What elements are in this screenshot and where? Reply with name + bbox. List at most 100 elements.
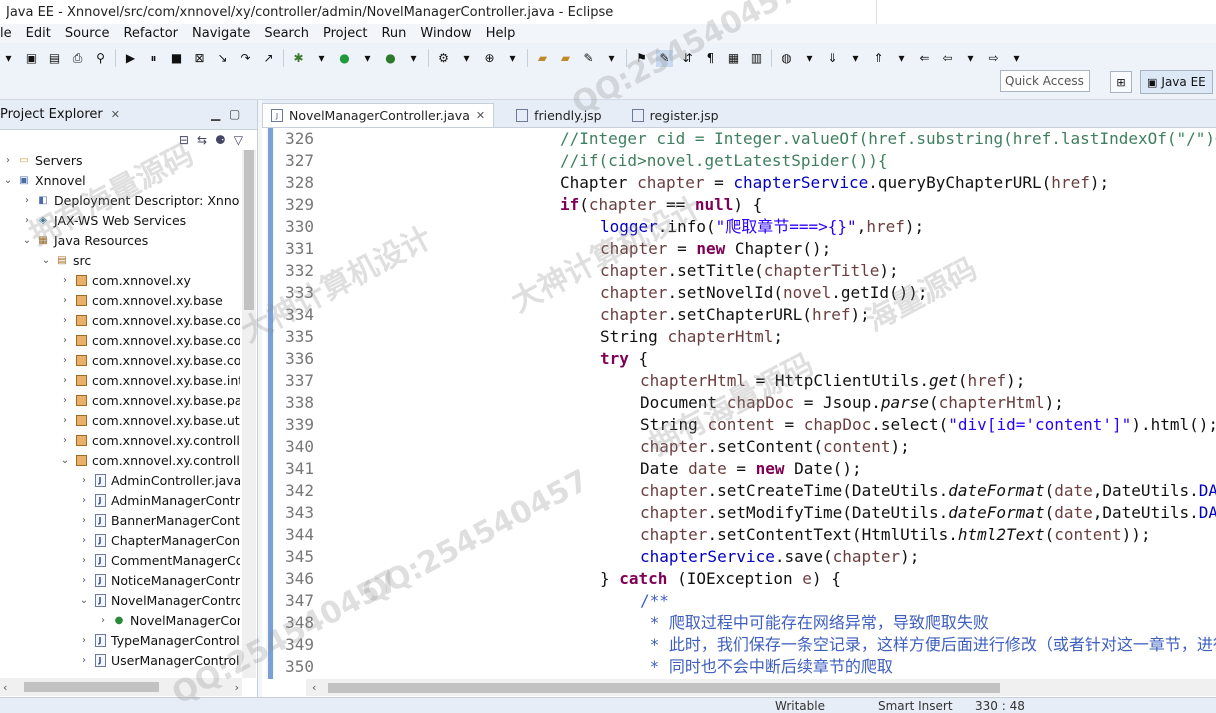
expanded-arrow-icon[interactable]: ⌄ <box>2 175 14 186</box>
collapsed-arrow-icon[interactable]: › <box>21 195 33 206</box>
collapsed-arrow-icon[interactable]: › <box>78 515 90 526</box>
search-tool-icon[interactable]: ⚑ <box>633 50 650 67</box>
tree-item[interactable]: ⌄ ▣ Xnnovel <box>2 170 86 190</box>
tree-item[interactable]: › ● NovelManagerCon <box>97 610 240 630</box>
tree-item[interactable]: › com.xnnovel.xy.base.cons <box>59 330 240 350</box>
maximize-icon[interactable]: ▢ <box>229 107 247 121</box>
expanded-arrow-icon[interactable]: ⌄ <box>59 455 71 466</box>
filter-icon[interactable]: ⚈ <box>215 133 226 147</box>
quick-access-input[interactable]: Quick Access <box>1000 70 1090 92</box>
view-menu-icon[interactable]: ▽ <box>234 133 243 147</box>
menu-item[interactable]: Source <box>58 26 117 41</box>
collapsed-arrow-icon[interactable]: › <box>59 315 71 326</box>
menu-item[interactable]: Refactor <box>116 26 185 41</box>
step-return-icon[interactable]: ↗ <box>260 50 277 67</box>
step-into-icon[interactable]: ↘ <box>214 50 231 67</box>
dropdown-icon[interactable]: ▾ <box>801 50 818 67</box>
collapsed-arrow-icon[interactable]: › <box>78 475 90 486</box>
tree-item[interactable]: › J AdminController.java <box>78 470 240 490</box>
tree-item[interactable]: › ▭ Servers <box>2 150 83 170</box>
editor-tab[interactable]: J NovelManagerController.java ✕ <box>262 103 495 127</box>
menu-item[interactable]: le <box>0 26 19 41</box>
tree-item[interactable]: › J ChapterManagerContr <box>78 530 240 550</box>
tree-item[interactable]: › com.xnnovel.xy.base.page <box>59 390 240 410</box>
debug-icon[interactable]: ✱ <box>290 50 307 67</box>
expanded-arrow-icon[interactable]: ⌄ <box>21 235 33 246</box>
explorer-horizontal-scrollbar[interactable]: ‹ › <box>0 678 242 696</box>
collapsed-arrow-icon[interactable]: › <box>97 615 109 626</box>
tree-item[interactable]: › ◧ Deployment Descriptor: Xnnovel <box>21 190 240 210</box>
collapsed-arrow-icon[interactable]: › <box>59 435 71 446</box>
dropdown-icon[interactable]: ▾ <box>504 50 521 67</box>
open-folder-icon[interactable]: ▰ <box>534 50 551 67</box>
toggle-block-icon[interactable]: ⇵ <box>679 50 696 67</box>
tree-item[interactable]: › J CommentManagerCor <box>78 550 240 570</box>
dropdown-icon[interactable]: ▾ <box>458 50 475 67</box>
collapsed-arrow-icon[interactable]: › <box>21 215 33 226</box>
tree-item[interactable]: › J UserManagerControlle <box>78 650 240 670</box>
tree-item[interactable]: › com.xnnovel.xy.base <box>59 290 223 310</box>
collapsed-arrow-icon[interactable]: › <box>59 275 71 286</box>
tree-item[interactable]: › com.xnnovel.xy.base.inter <box>59 370 240 390</box>
collapsed-arrow-icon[interactable]: › <box>78 655 90 666</box>
link-editor-icon[interactable]: ⇆ <box>197 133 207 147</box>
tree-item[interactable]: › com.xnnovel.xy <box>59 270 191 290</box>
tree-item[interactable]: › ◈ JAX-WS Web Services <box>21 210 186 230</box>
mark-occurrences-icon[interactable]: ✎ <box>656 49 673 67</box>
collapsed-arrow-icon[interactable]: › <box>59 355 71 366</box>
tree-item[interactable]: › com.xnnovel.xy.base.utils <box>59 410 240 430</box>
tree-item[interactable]: ⌄ J NovelManagerControl <box>78 590 240 610</box>
disconnect-icon[interactable]: ⊠ <box>191 50 208 67</box>
perspective-java-ee[interactable]: ▣ Java EE <box>1140 70 1213 94</box>
collapsed-arrow-icon[interactable]: › <box>59 395 71 406</box>
tree-item[interactable]: ⌄ ▦ Java Resources <box>21 230 148 250</box>
open-perspective-icon[interactable]: ⊞ <box>1110 71 1132 93</box>
dropdown-icon[interactable]: ▾ <box>405 50 422 67</box>
terminate-icon[interactable]: ■ <box>168 50 185 67</box>
scroll-thumb[interactable] <box>24 682 160 692</box>
tree-item[interactable]: ⌄ ▤ src <box>40 250 91 270</box>
dropdown-icon[interactable]: ▾ <box>893 50 910 67</box>
show-whitespace-icon[interactable]: ¶ <box>702 50 719 67</box>
menu-item[interactable]: Run <box>374 26 413 41</box>
menu-item[interactable]: Edit <box>19 26 58 41</box>
paragraph-icon[interactable]: ▥ <box>748 50 765 67</box>
collapse-all-icon[interactable]: ⊟ <box>179 133 189 147</box>
collapsed-arrow-icon[interactable]: › <box>78 635 90 646</box>
forward-icon[interactable]: ⇨ <box>985 50 1002 67</box>
dropdown-icon[interactable]: ▾ <box>313 50 330 67</box>
web-browser-icon[interactable]: ◍ <box>778 50 795 67</box>
scroll-thumb[interactable] <box>328 682 1001 693</box>
editor-horizontal-scrollbar[interactable]: ‹ <box>306 679 1216 696</box>
dropdown-icon[interactable]: ▾ <box>847 50 864 67</box>
back-icon[interactable]: ⇦ <box>939 50 956 67</box>
collapsed-arrow-icon[interactable]: › <box>78 575 90 586</box>
dropdown-icon[interactable]: ▾ <box>962 50 979 67</box>
close-icon[interactable]: ✕ <box>476 109 485 122</box>
resume-icon[interactable]: ▶ <box>122 50 139 67</box>
tree-item[interactable]: › J NoticeManagerContro <box>78 570 240 590</box>
menu-item[interactable]: Search <box>257 26 316 41</box>
search-icon[interactable]: ⚲ <box>92 50 109 67</box>
new-server-icon[interactable]: ⚙ <box>435 50 452 67</box>
tree-item[interactable]: › J AdminManagerContro <box>78 490 240 510</box>
collapsed-arrow-icon[interactable]: › <box>78 555 90 566</box>
dropdown-icon[interactable]: ▾ <box>359 50 376 67</box>
close-icon[interactable]: ✕ <box>111 108 120 121</box>
dropdown-icon[interactable]: ▾ <box>603 50 620 67</box>
tree-item[interactable]: ⌄ com.xnnovel.xy.controller. <box>59 450 240 470</box>
editor-tab[interactable]: register.jsp <box>624 103 727 127</box>
scroll-left-icon[interactable]: ‹ <box>0 681 10 694</box>
suspend-icon[interactable]: ⏸ <box>145 50 162 67</box>
layout-icon[interactable]: ▦ <box>725 50 742 67</box>
menu-item[interactable]: Window <box>413 26 478 41</box>
explorer-vertical-scrollbar[interactable] <box>242 150 256 678</box>
tree-item[interactable]: › com.xnnovel.xy.base.contr <box>59 350 240 370</box>
next-annotation-icon[interactable]: ⇓ <box>824 50 841 67</box>
collapsed-arrow-icon[interactable]: › <box>59 415 71 426</box>
tree-item[interactable]: › J BannerManagerContro <box>78 510 240 530</box>
menu-item[interactable]: Navigate <box>185 26 257 41</box>
explorer-tab[interactable]: Project Explorer ✕ <box>0 107 120 122</box>
tree-item[interactable]: › com.xnnovel.xy.base.confi <box>59 310 240 330</box>
menu-item[interactable]: Project <box>316 26 374 41</box>
